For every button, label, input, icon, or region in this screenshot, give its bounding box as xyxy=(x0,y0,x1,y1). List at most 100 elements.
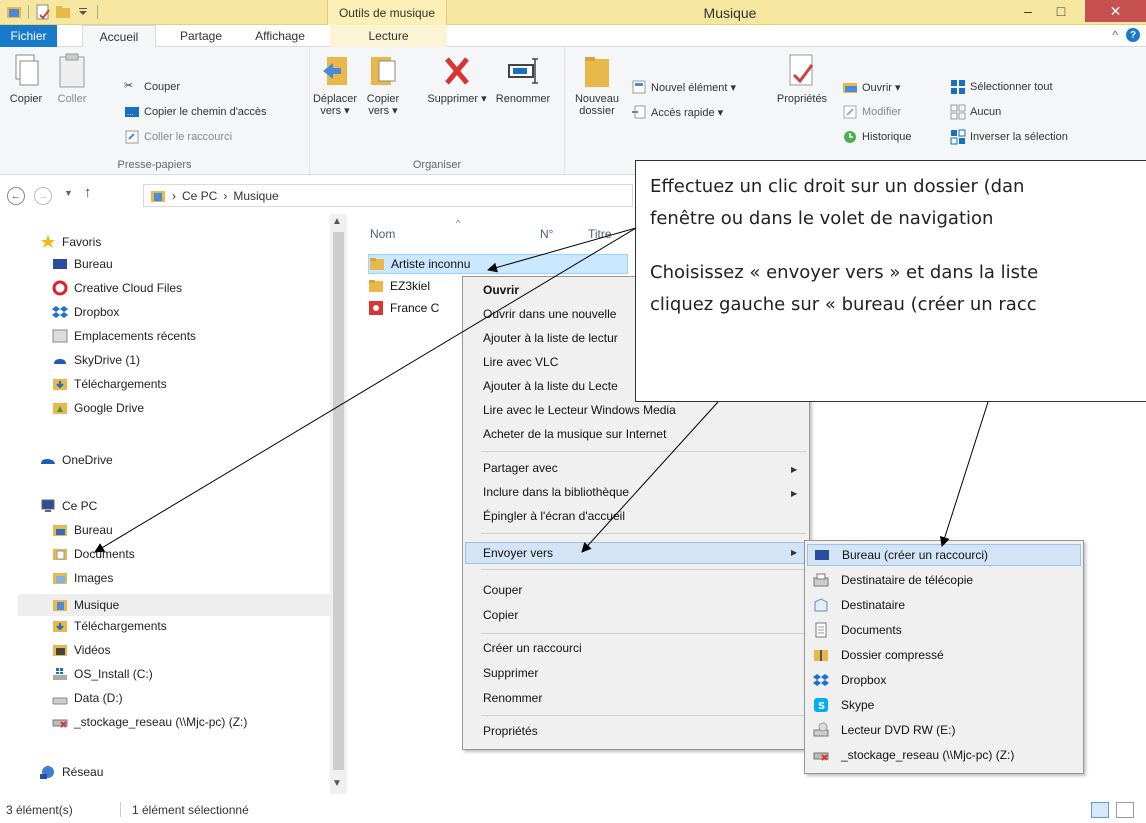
nav-fav-bureau[interactable]: Bureau xyxy=(52,256,113,272)
menu-cut[interactable]: Couper xyxy=(483,583,522,597)
menu-open[interactable]: Ouvrir xyxy=(483,283,519,297)
send-to-fax[interactable]: Destinataire de télécopie xyxy=(813,569,973,591)
edit-button[interactable]: Modifier xyxy=(842,104,901,120)
menu-rename[interactable]: Renommer xyxy=(483,691,542,705)
close-button[interactable]: ✕ xyxy=(1085,0,1146,22)
nav-fav-google-drive[interactable]: Google Drive xyxy=(52,400,144,416)
nav-network[interactable]: Réseau xyxy=(40,764,103,780)
minimize-button[interactable]: – xyxy=(1013,0,1043,22)
copy-to-button[interactable]: Copier vers ▾ xyxy=(360,53,406,117)
nav-pc-drive-c[interactable]: OS_Install (C:) xyxy=(52,666,153,682)
item-count: 3 élément(s) xyxy=(6,803,73,817)
select-none-button[interactable]: Aucun xyxy=(950,104,1001,120)
column-number[interactable]: N° xyxy=(540,227,553,241)
up-arrow-icon[interactable]: ↑ xyxy=(84,184,92,201)
menu-pin-start[interactable]: Épingler à l'écran d'accueil xyxy=(483,509,625,523)
file-row[interactable]: France C xyxy=(368,298,439,318)
nav-fav-downloads[interactable]: Téléchargements xyxy=(52,376,167,392)
menu-add-playlist[interactable]: Ajouter à la liste de lectur xyxy=(483,331,618,345)
recent-locations-icon[interactable]: ▼ xyxy=(64,188,73,198)
scrollbar-thumb[interactable] xyxy=(333,232,344,770)
nav-pc-videos[interactable]: Vidéos xyxy=(52,642,110,658)
forward-button[interactable]: → xyxy=(34,187,52,205)
nav-favorites[interactable]: Favoris xyxy=(40,234,101,250)
menu-open-new-window[interactable]: Ouvrir dans une nouvelle xyxy=(483,307,616,321)
menu-add-player-list[interactable]: Ajouter à la liste du Lecte xyxy=(483,379,618,393)
copy-button[interactable]: Copier xyxy=(4,53,48,105)
nav-pc-drive-d[interactable]: Data (D:) xyxy=(52,690,123,706)
copy-path-button[interactable]: ... Copier le chemin d'accès xyxy=(124,104,267,120)
properties-button[interactable]: Propriétés xyxy=(772,53,832,105)
nav-pc-bureau[interactable]: Bureau xyxy=(52,522,113,538)
menu-buy-music[interactable]: Acheter de la musique sur Internet xyxy=(483,427,666,441)
menu-copy[interactable]: Copier xyxy=(483,608,518,622)
menu-create-shortcut[interactable]: Créer un raccourci xyxy=(483,641,582,655)
tab-home[interactable]: Accueil xyxy=(82,25,156,48)
menu-delete[interactable]: Supprimer xyxy=(483,666,538,680)
folder-app-icon[interactable] xyxy=(6,4,22,20)
scroll-down-icon[interactable]: ▼ xyxy=(332,778,342,789)
delete-button[interactable]: Supprimer ▾ xyxy=(422,53,492,105)
send-to-zip[interactable]: Dossier compressé xyxy=(813,644,944,666)
menu-play-wmp[interactable]: Lire avec le Lecteur Windows Media xyxy=(483,403,676,417)
address-box[interactable]: › Ce PC › Musique xyxy=(143,184,633,207)
nav-fav-dropbox[interactable]: Dropbox xyxy=(52,304,119,320)
send-to-dropbox[interactable]: Dropbox xyxy=(813,669,886,691)
nav-onedrive[interactable]: OneDrive xyxy=(40,452,113,468)
send-to-mail[interactable]: Destinataire xyxy=(813,594,905,616)
menu-send-to[interactable]: Envoyer vers xyxy=(465,542,807,564)
move-to-button[interactable]: Déplacer vers ▾ xyxy=(312,53,358,117)
menu-share-with[interactable]: Partager avec xyxy=(483,461,558,475)
file-row[interactable]: Artiste inconnu xyxy=(368,254,628,274)
details-view-icon[interactable] xyxy=(1091,802,1109,818)
nav-pc-music[interactable]: Musique xyxy=(18,594,330,616)
large-icons-view-icon[interactable] xyxy=(1116,802,1134,818)
breadcrumb-this-pc[interactable]: Ce PC xyxy=(182,189,217,203)
properties-qat-icon[interactable] xyxy=(35,4,51,20)
tab-play[interactable]: Lecture xyxy=(330,25,447,47)
help-icon[interactable]: ? xyxy=(1126,28,1140,42)
new-folder-button[interactable]: Nouveau dossier xyxy=(569,53,625,117)
paste-shortcut-button[interactable]: Coller le raccourci xyxy=(124,129,232,145)
nav-pc-images[interactable]: Images xyxy=(52,570,113,586)
nav-pc-network-drive[interactable]: _stockage_reseau (\\Mjc-pc) (Z:) xyxy=(52,714,247,730)
send-to-documents[interactable]: Documents xyxy=(813,619,902,641)
easy-access-button[interactable]: Accès rapide ▾ xyxy=(631,104,723,120)
minimize-ribbon-icon[interactable]: ^ xyxy=(1112,28,1118,42)
nav-fav-creative-cloud[interactable]: Creative Cloud Files xyxy=(52,280,182,296)
nav-pc-documents[interactable]: Documents xyxy=(52,546,135,562)
paste-button[interactable]: Coller xyxy=(52,53,92,105)
send-to-dvd[interactable]: Lecteur DVD RW (E:) xyxy=(813,719,955,741)
breadcrumb-music[interactable]: Musique xyxy=(233,189,278,203)
nav-this-pc[interactable]: Ce PC xyxy=(40,498,97,514)
menu-properties[interactable]: Propriétés xyxy=(483,724,538,738)
nav-fav-recent[interactable]: Emplacements récents xyxy=(52,328,196,344)
back-button[interactable]: ← xyxy=(7,187,25,205)
menu-include-library[interactable]: Inclure dans la bibliothèque xyxy=(483,485,629,499)
tab-share[interactable]: Partage xyxy=(166,25,236,47)
send-to-network-drive[interactable]: _stockage_reseau (\\Mjc-pc) (Z:) xyxy=(813,744,1014,766)
history-button[interactable]: Historique xyxy=(842,129,912,145)
maximize-button[interactable]: □ xyxy=(1046,0,1076,22)
cut-button[interactable]: ✂ Couper xyxy=(124,79,180,95)
nav-pc-downloads[interactable]: Téléchargements xyxy=(52,618,167,634)
nav-pane-scrollbar[interactable]: ▲ ▼ xyxy=(330,214,347,794)
select-all-button[interactable]: Sélectionner tout xyxy=(950,79,1053,95)
tab-file[interactable]: Fichier xyxy=(0,25,57,47)
send-to-desktop[interactable]: Bureau (créer un raccourci) xyxy=(807,544,1081,566)
menu-play-vlc[interactable]: Lire avec VLC xyxy=(483,355,558,369)
send-to-skype[interactable]: S Skype xyxy=(813,694,874,716)
invert-selection-button[interactable]: Inverser la sélection xyxy=(950,129,1068,145)
column-name[interactable]: Nom xyxy=(370,227,395,241)
customize-qat-icon[interactable] xyxy=(75,4,91,20)
file-row[interactable]: EZ3kiel xyxy=(368,276,430,296)
nav-fav-skydrive[interactable]: SkyDrive (1) xyxy=(52,352,140,368)
rename-button[interactable]: Renommer xyxy=(490,53,556,105)
new-item-button[interactable]: Nouvel élément ▾ xyxy=(631,79,736,95)
column-title[interactable]: Titre xyxy=(588,227,612,241)
open-button[interactable]: Ouvrir ▾ xyxy=(842,79,901,95)
copy-path-label: Copier le chemin d'accès xyxy=(144,106,267,118)
tab-view[interactable]: Affichage xyxy=(240,25,320,47)
new-folder-qat-icon[interactable] xyxy=(55,4,71,20)
scroll-up-icon[interactable]: ▲ xyxy=(332,216,342,227)
